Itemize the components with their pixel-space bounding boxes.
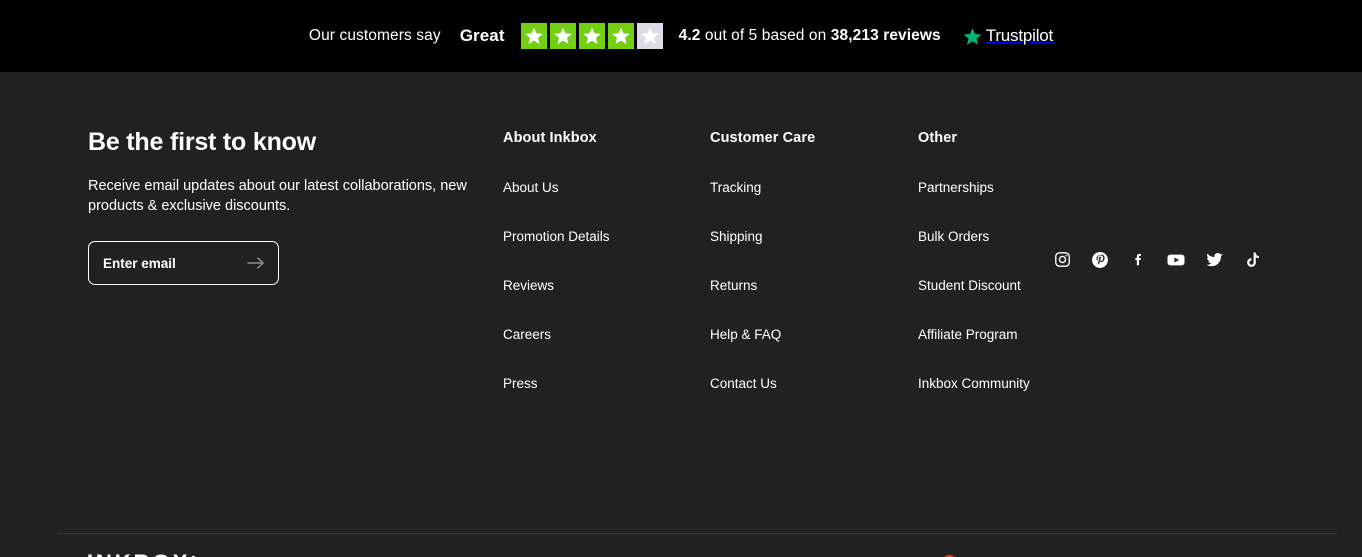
footer-link-reviews[interactable]: Reviews	[503, 278, 710, 293]
pinterest-icon	[1091, 251, 1109, 269]
trustpilot-score-value: 4.2	[678, 27, 701, 44]
star-filled-icon	[549, 23, 576, 49]
trustpilot-bar: Our customers say Great 4.2 out of 5 bas…	[0, 0, 1362, 72]
trustpilot-score-text: 4.2 out of 5 based on 38,213 reviews	[679, 27, 941, 45]
trustpilot-star-rating	[520, 23, 663, 49]
footer-column-customer-care: Customer Care Tracking Shipping Returns …	[710, 128, 918, 391]
facebook-link[interactable]	[1119, 247, 1157, 273]
newsletter-subtitle: Receive email updates about our latest c…	[88, 178, 467, 214]
site-footer: Be the first to know Receive email updat…	[0, 72, 1362, 557]
footer-column-other: Other Partnerships Bulk Orders Student D…	[918, 128, 1043, 391]
footer-link-promotion-details[interactable]: Promotion Details	[503, 229, 710, 244]
star-filled-icon	[607, 23, 634, 49]
footer-link-shipping[interactable]: Shipping	[710, 229, 918, 244]
newsletter-title: Be the first to know	[88, 128, 316, 156]
trustpilot-score-middle: out of 5 based on	[700, 27, 831, 44]
footer-link-careers[interactable]: Careers	[503, 327, 710, 342]
trustpilot-review-count: 38,213 reviews	[830, 27, 941, 44]
footer-link-contact-us[interactable]: Contact Us	[710, 376, 918, 391]
facebook-icon	[1130, 251, 1147, 268]
trustpilot-logo-link[interactable]: Trustpilot	[963, 26, 1053, 46]
email-input[interactable]	[103, 255, 233, 271]
footer-link-tracking[interactable]: Tracking	[710, 180, 918, 195]
footer-link-about-us[interactable]: About Us	[503, 180, 710, 195]
inkbox-logo[interactable]: INKBOX•	[87, 550, 199, 557]
youtube-link[interactable]	[1157, 247, 1195, 273]
instagram-icon	[1054, 251, 1071, 268]
footer-link-affiliate-program[interactable]: Affiliate Program	[918, 327, 1043, 342]
trustpilot-brand-text: Trustpilot	[985, 26, 1054, 45]
pinterest-link[interactable]	[1081, 247, 1119, 273]
tiktok-icon	[1244, 251, 1261, 268]
star-filled-icon	[578, 23, 605, 49]
column-heading: Customer Care	[710, 130, 816, 146]
trustpilot-rating-word: Great	[459, 26, 505, 45]
arrow-right-icon[interactable]	[247, 256, 265, 270]
footer-link-student-discount[interactable]: Student Discount	[918, 278, 1043, 293]
column-heading: About Inkbox	[503, 130, 597, 146]
inkbox-logo-accent-icon: •	[191, 549, 199, 557]
trustpilot-intro-text: Our customers say	[308, 27, 441, 44]
newsletter-signup: Be the first to know Receive email updat…	[88, 128, 503, 391]
footer-column-about-inkbox: About Inkbox About Us Promotion Details …	[503, 128, 710, 391]
tiktok-link[interactable]	[1233, 247, 1271, 273]
footer-columns: Be the first to know Receive email updat…	[0, 72, 1362, 391]
footer-link-bulk-orders[interactable]: Bulk Orders	[918, 229, 1043, 244]
footer-link-help-faq[interactable]: Help & FAQ	[710, 327, 918, 342]
footer-link-returns[interactable]: Returns	[710, 278, 918, 293]
footer-bottom-left: INKBOX• Copyright © 2022 inkbox ink inc.…	[87, 550, 616, 557]
footer-link-press[interactable]: Press	[503, 376, 710, 391]
trustpilot-content: Our customers say Great 4.2 out of 5 bas…	[309, 23, 1053, 49]
twitter-icon	[1205, 250, 1224, 269]
footer-bottom-bar: INKBOX• Copyright © 2022 inkbox ink inc.…	[0, 534, 1362, 557]
trustpilot-star-icon	[963, 27, 982, 46]
twitter-link[interactable]	[1195, 247, 1233, 273]
social-links	[1043, 128, 1271, 391]
instagram-link[interactable]	[1043, 247, 1081, 273]
star-empty-icon	[636, 23, 663, 49]
youtube-icon	[1166, 250, 1186, 270]
footer-link-partnerships[interactable]: Partnerships	[918, 180, 1043, 195]
star-filled-icon	[520, 23, 547, 49]
inkbox-logo-text: INKBOX	[87, 550, 190, 557]
newsletter-form[interactable]	[88, 241, 279, 285]
footer-link-inkbox-community[interactable]: Inkbox Community	[918, 376, 1043, 391]
column-heading: Other	[918, 130, 958, 146]
